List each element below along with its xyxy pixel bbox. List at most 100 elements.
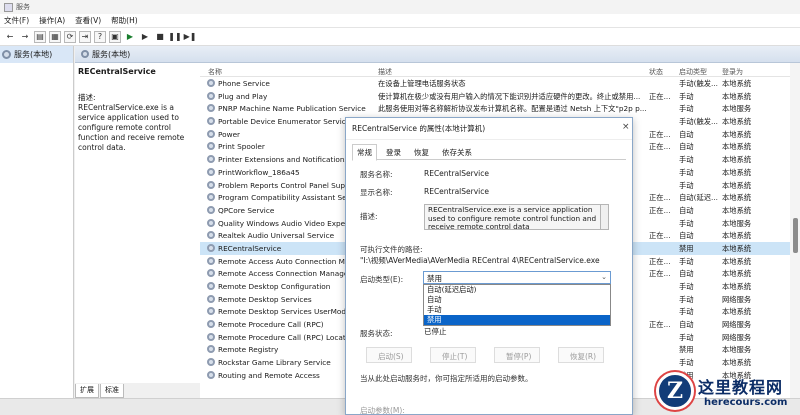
selected-service-name: RECentralService xyxy=(78,67,156,76)
close-icon[interactable]: × xyxy=(622,122,630,132)
description-scrollbar[interactable] xyxy=(601,204,609,230)
dialog-title-bar: RECentralService 的属性(本地计算机) × xyxy=(346,118,632,140)
column-logon-as[interactable]: 登录为 xyxy=(722,67,743,77)
service-logon-cell: 本地系统 xyxy=(722,231,752,241)
startup-option-auto-delayed[interactable]: 自动(延迟启动) xyxy=(424,285,610,295)
services-gear-icon xyxy=(2,50,11,59)
restart-service-icon[interactable]: ▶❚ xyxy=(184,31,197,43)
menu-view[interactable]: 查看(V) xyxy=(75,15,101,26)
service-gear-icon xyxy=(207,282,215,290)
start-button[interactable]: 启动(S) xyxy=(378,351,404,362)
startup-type-select[interactable]: 禁用 ⌄ xyxy=(423,271,611,284)
chevron-down-icon: ⌄ xyxy=(601,273,607,281)
menu-file[interactable]: 文件(F) xyxy=(4,15,29,26)
service-logon-cell: 本地系统 xyxy=(722,117,752,127)
service-startup-cell: 自动(延迟... xyxy=(679,193,718,203)
tab-logon[interactable]: 登录 xyxy=(386,147,401,158)
service-gear-icon xyxy=(207,370,215,379)
service-startup-cell: 禁用 xyxy=(679,243,694,253)
service-logon-cell: 本地系统 xyxy=(722,358,752,368)
service-startup-cell: 手动 xyxy=(679,155,694,165)
service-startup-cell: 手动 xyxy=(679,256,694,266)
show-hide-tree-icon[interactable]: ▤ xyxy=(34,30,46,43)
vertical-scrollbar[interactable] xyxy=(790,63,800,398)
service-name-cell: Power xyxy=(218,129,241,139)
help-icon[interactable]: ? xyxy=(94,30,106,43)
service-gear-icon xyxy=(207,231,215,240)
service-logon-cell: 网络服务 xyxy=(722,320,752,330)
service-logon-cell: 本地系统 xyxy=(722,243,752,253)
startup-option-auto[interactable]: 自动 xyxy=(424,295,610,305)
tab-standard[interactable]: 标准 xyxy=(100,384,124,398)
service-name-cell: Phone Service xyxy=(218,79,270,88)
service-startup-cell: 手动 xyxy=(679,307,694,317)
menu-action[interactable]: 操作(A) xyxy=(39,15,65,26)
table-row[interactable]: Plug and Play 使计算机在极少或没有用户输入的情况下能识别并适应硬件的… xyxy=(200,90,790,103)
pause-icon[interactable]: ❚❚ xyxy=(168,31,181,43)
export-icon[interactable]: ⇥ xyxy=(79,30,91,43)
tab-dependencies[interactable]: 依存关系 xyxy=(442,147,472,158)
executable-path-value: "I:\视频\AVerMedia\AVerMedia RECentral 4\R… xyxy=(360,256,600,265)
table-row[interactable]: PNRP Machine Name Publication Service 此服务… xyxy=(200,102,790,115)
service-description-cell: 在设备上管理电话服务状态 xyxy=(378,79,466,88)
start-service-icon[interactable]: ▶ xyxy=(124,31,136,43)
service-startup-cell: 自动 xyxy=(679,205,694,215)
forward-arrow-icon[interactable]: → xyxy=(19,31,31,43)
service-name-cell: Realtek Audio Universal Service xyxy=(218,231,335,241)
list-view-icon[interactable]: ▦ xyxy=(49,30,61,43)
service-name-cell: Problem Reports Control Panel Suppo xyxy=(218,180,355,190)
service-gear-icon xyxy=(207,155,215,164)
back-arrow-icon[interactable]: ← xyxy=(4,31,16,43)
pause-service-icon[interactable]: ▶ xyxy=(139,31,151,43)
service-logon-cell: 本地系统 xyxy=(722,205,752,215)
tab-general[interactable]: 常规 xyxy=(352,144,377,161)
service-logon-cell: 本地系统 xyxy=(722,282,752,291)
service-logon-cell: 本地系统 xyxy=(722,142,752,152)
services-header-band: 服务(本地) xyxy=(75,46,800,63)
startup-type-selected: 禁用 xyxy=(427,274,442,283)
pause-button[interactable]: 暂停(P) xyxy=(506,351,531,362)
service-gear-icon xyxy=(207,193,215,202)
service-name-cell: Portable Device Enumerator Service xyxy=(218,117,351,127)
service-logon-cell: 本地系统 xyxy=(722,129,752,139)
column-status[interactable]: 状态 xyxy=(649,67,663,77)
service-startup-cell: 手动(触发... xyxy=(679,117,718,127)
service-status-cell: 正在... xyxy=(649,256,671,266)
tab-extended[interactable]: 扩展 xyxy=(75,384,99,398)
service-status-cell: 正在... xyxy=(649,91,671,101)
properties-dialog: RECentralService 的属性(本地计算机) × 常规 登录 恢复 依… xyxy=(345,117,633,415)
resume-button[interactable]: 恢复(R) xyxy=(570,351,596,362)
service-gear-icon xyxy=(207,79,215,87)
tab-recovery[interactable]: 恢复 xyxy=(414,147,429,158)
service-logon-cell: 本地系统 xyxy=(722,256,752,266)
service-startup-cell: 自动 xyxy=(679,269,694,279)
service-startup-cell: 手动 xyxy=(679,332,694,342)
scrollbar-thumb[interactable] xyxy=(793,218,798,253)
column-name[interactable]: 名称 xyxy=(208,67,222,77)
column-startup-type[interactable]: 启动类型 xyxy=(679,67,707,77)
stop-service-icon[interactable]: ■ xyxy=(154,31,166,43)
tree-item-services-local[interactable]: 服务(本地) xyxy=(0,46,73,63)
table-row[interactable]: Phone Service 在设备上管理电话服务状态 手动(触发... 本地系统 xyxy=(200,77,790,90)
view-tabs: 扩展 标准 xyxy=(75,384,275,398)
refresh-icon[interactable]: ⟳ xyxy=(64,30,76,43)
startup-option-disabled[interactable]: 禁用 xyxy=(424,315,610,325)
service-status-label: 服务状态: xyxy=(360,329,393,338)
properties-icon[interactable]: ▣ xyxy=(109,30,121,43)
service-gear-icon xyxy=(207,167,215,176)
description-label: 描述: xyxy=(360,212,378,221)
service-logon-cell: 本地服务 xyxy=(722,218,752,228)
service-status-cell: 正在... xyxy=(649,142,671,152)
service-name-cell: Printer Extensions and Notifications xyxy=(218,155,349,165)
service-gear-icon xyxy=(207,180,215,189)
column-description[interactable]: 描述 xyxy=(378,67,392,77)
stop-button[interactable]: 停止(T) xyxy=(442,351,467,362)
menu-help[interactable]: 帮助(H) xyxy=(111,15,138,26)
description-text: RECentralService.exe is a service applic… xyxy=(78,103,185,152)
service-name-cell: PrintWorkflow_186a45 xyxy=(218,167,300,177)
startup-option-manual[interactable]: 手动 xyxy=(424,305,610,315)
executable-path-label: 可执行文件的路径: xyxy=(360,245,423,254)
service-name-cell: Remote Access Auto Connection Mana xyxy=(218,256,359,266)
start-params-hint: 当从此处启动服务时，你可指定所适用的启动参数。 xyxy=(360,374,533,383)
services-gear-icon xyxy=(81,50,89,58)
